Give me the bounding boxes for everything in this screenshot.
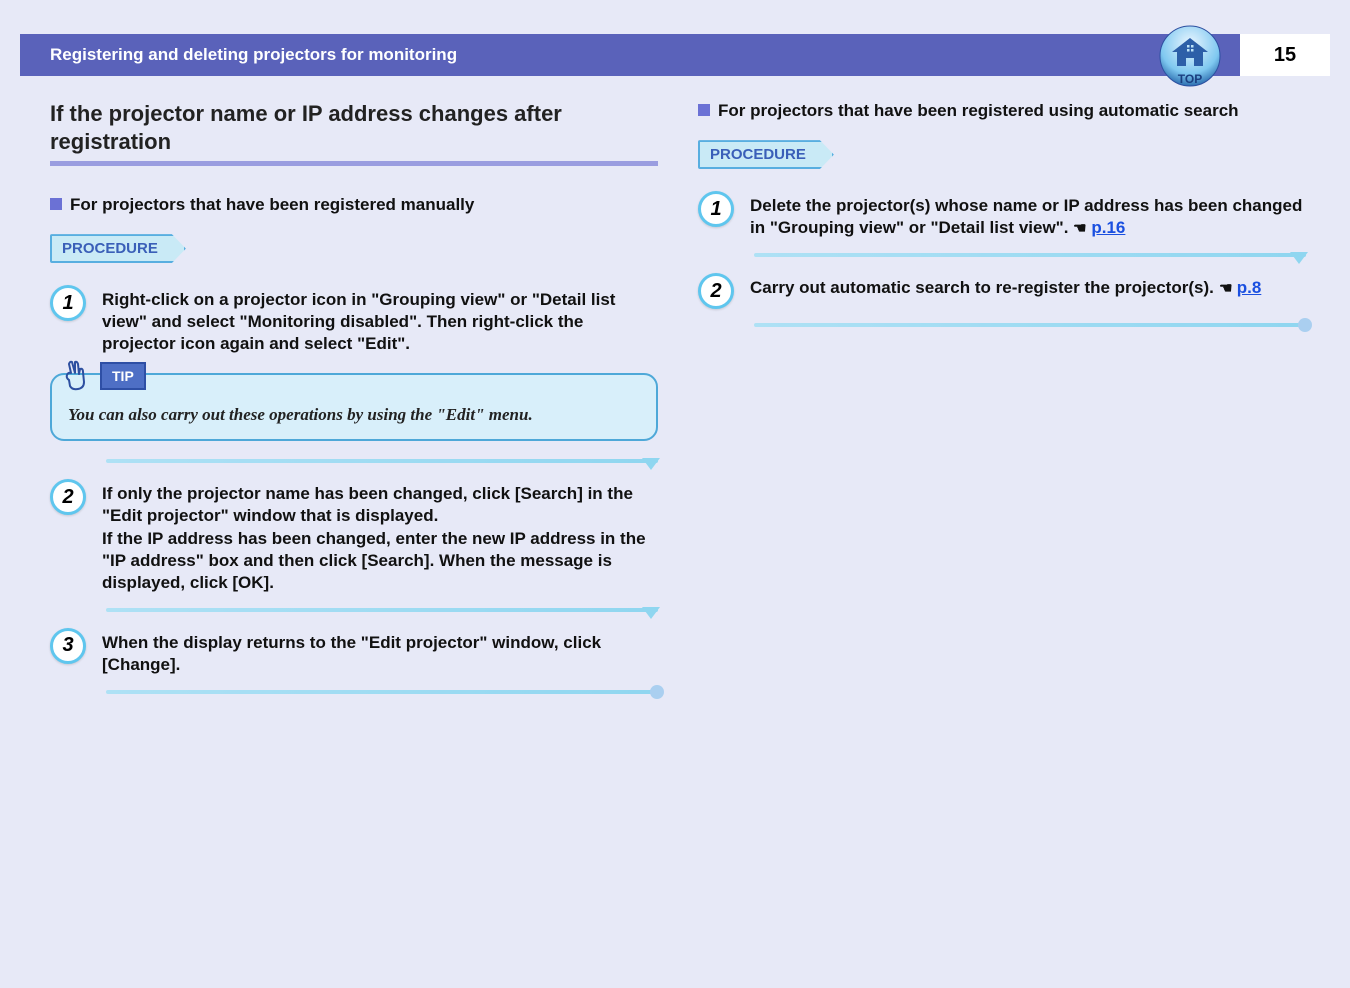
step-1: 1 Delete the projector(s) whose name or …: [698, 191, 1306, 239]
pointer-icon: ☛: [1073, 219, 1086, 239]
right-column: For projectors that have been registered…: [698, 100, 1306, 710]
heading-underline: [50, 161, 658, 166]
step-text-part: Delete the projector(s) whose name or IP…: [750, 196, 1302, 237]
step-divider: [106, 459, 658, 463]
tip-text: You can also carry out these operations …: [68, 405, 640, 425]
header-bar: Registering and deleting projectors for …: [20, 34, 1330, 76]
step-text: Delete the projector(s) whose name or IP…: [750, 191, 1306, 239]
step-number-badge: 1: [50, 285, 86, 321]
square-bullet-icon: [698, 104, 710, 116]
step-divider: [754, 253, 1306, 257]
end-divider: [754, 323, 1306, 327]
step-number-badge: 1: [698, 191, 734, 227]
step-text: If only the projector name has been chan…: [102, 479, 658, 593]
end-divider: [106, 690, 658, 694]
step-2: 2 Carry out automatic search to re-regis…: [698, 273, 1306, 309]
step-text: Right-click on a projector icon in "Grou…: [102, 285, 658, 355]
tip-header: TIP: [58, 358, 146, 394]
content-area: If the projector name or IP address chan…: [0, 76, 1350, 710]
subheading-manual: For projectors that have been registered…: [50, 194, 658, 216]
page-number: 15: [1240, 34, 1330, 76]
step-text: Carry out automatic search to re-registe…: [750, 273, 1261, 309]
peace-hand-icon: [58, 358, 94, 394]
section-heading: If the projector name or IP address chan…: [50, 100, 658, 155]
header-title: Registering and deleting projectors for …: [50, 45, 457, 65]
pointer-icon: ☛: [1219, 279, 1232, 299]
step-number-badge: 3: [50, 628, 86, 664]
step-number-badge: 2: [698, 273, 734, 309]
page-ref-link[interactable]: p.16: [1091, 218, 1125, 237]
top-home-button[interactable]: TOP: [1158, 24, 1222, 88]
subheading-text: For projectors that have been registered…: [70, 194, 474, 216]
subheading-text: For projectors that have been registered…: [718, 100, 1239, 122]
step-text-part: Carry out automatic search to re-registe…: [750, 278, 1219, 297]
procedure-label: PROCEDURE: [50, 234, 186, 263]
procedure-label: PROCEDURE: [698, 140, 834, 169]
left-column: If the projector name or IP address chan…: [50, 100, 658, 710]
square-bullet-icon: [50, 198, 62, 210]
step-2: 2 If only the projector name has been ch…: [50, 479, 658, 593]
step-3: 3 When the display returns to the "Edit …: [50, 628, 658, 676]
page-ref-link[interactable]: p.8: [1237, 278, 1262, 297]
top-label: TOP: [1178, 72, 1202, 86]
tip-box: TIP You can also carry out these operati…: [50, 373, 658, 441]
subheading-automatic: For projectors that have been registered…: [698, 100, 1306, 122]
tip-label: TIP: [100, 362, 146, 390]
step-divider: [106, 608, 658, 612]
step-text: When the display returns to the "Edit pr…: [102, 628, 658, 676]
step-number-badge: 2: [50, 479, 86, 515]
step-1: 1 Right-click on a projector icon in "Gr…: [50, 285, 658, 355]
